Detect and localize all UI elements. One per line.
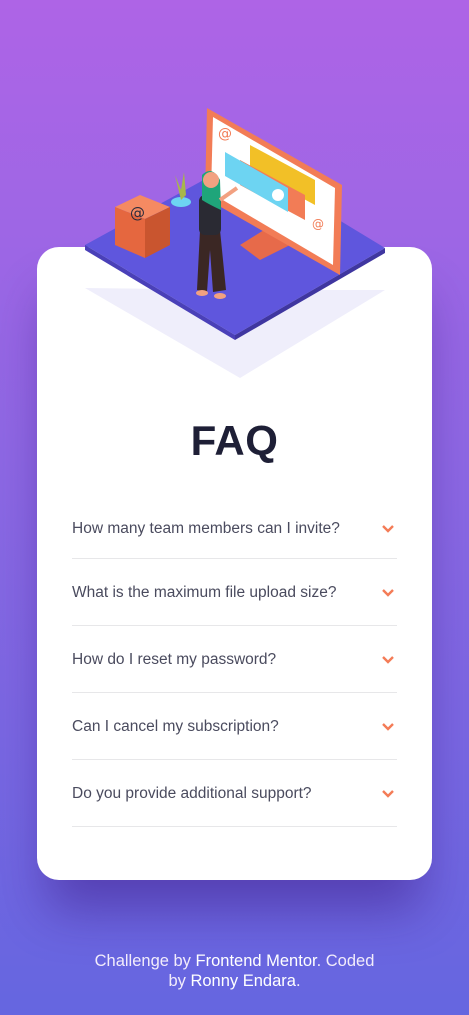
faq-question: How many team members can I invite? <box>72 519 340 537</box>
frontend-mentor-link[interactable]: Frontend Mentor <box>196 952 317 970</box>
faq-item[interactable]: Do you provide additional support? <box>72 760 397 827</box>
svg-text:@: @ <box>218 126 232 142</box>
attribution-line-1: Challenge by Frontend Mentor. Coded <box>0 951 469 971</box>
faq-item[interactable]: How do I reset my password? <box>72 626 397 693</box>
faq-question: How do I reset my password? <box>72 651 277 668</box>
svg-text:@: @ <box>312 217 324 231</box>
faq-item[interactable]: How many team members can I invite? <box>72 497 397 559</box>
chevron-down-icon <box>382 524 394 533</box>
svg-text:@: @ <box>130 204 145 222</box>
chevron-down-icon <box>382 656 394 664</box>
faq-list: How many team members can I invite? What… <box>72 497 397 827</box>
chevron-down-icon <box>382 589 394 597</box>
woman-online-illustration: @ @ @ <box>85 108 385 378</box>
faq-question: Can I cancel my subscription? <box>72 718 279 735</box>
attribution-text: . Coded <box>316 952 375 970</box>
faq-item[interactable]: Can I cancel my subscription? <box>72 693 397 760</box>
chevron-down-icon <box>382 723 394 731</box>
attribution-text: by <box>168 972 191 990</box>
attribution-footer: Challenge by Frontend Mentor. Coded by R… <box>0 951 469 991</box>
faq-item[interactable]: What is the maximum file upload size? <box>72 559 397 626</box>
attribution-text: Challenge by <box>94 952 196 970</box>
attribution-text: . <box>295 972 301 990</box>
attribution-line-2: by Ronny Endara. <box>0 971 469 991</box>
chevron-down-icon <box>382 790 394 798</box>
page-title: FAQ <box>190 417 279 464</box>
faq-question: What is the maximum file upload size? <box>72 584 337 601</box>
author-link[interactable]: Ronny Endara <box>190 972 296 990</box>
faq-question: Do you provide additional support? <box>72 785 312 802</box>
